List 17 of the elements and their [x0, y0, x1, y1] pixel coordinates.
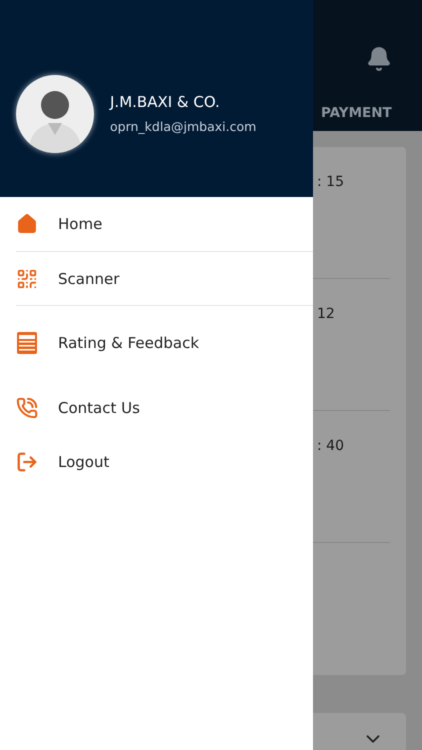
card-text: : 40: [317, 438, 344, 454]
menu-item[interactable]: Home: [16, 197, 313, 252]
profile-name: J.M.BAXI & CO.: [110, 93, 221, 111]
menu-item[interactable]: Contact Us: [0, 380, 313, 436]
menu-item[interactable]: Rating & Feedback: [0, 306, 313, 380]
form-icon: [16, 331, 38, 355]
card-text: 12: [317, 306, 335, 322]
bell-icon[interactable]: [366, 46, 392, 72]
profile-email: oprn_kdla@jmbaxi.com: [110, 119, 256, 134]
home-icon: [16, 213, 38, 235]
logout-icon: [16, 451, 38, 473]
menu-item[interactable]: Logout: [0, 436, 313, 488]
qr-code-icon: [16, 268, 38, 290]
card-text: : 15: [317, 174, 344, 190]
payment-tab[interactable]: PAYMENT: [321, 104, 422, 121]
dropdown-field[interactable]: [313, 712, 406, 750]
phone-icon: [16, 397, 38, 419]
